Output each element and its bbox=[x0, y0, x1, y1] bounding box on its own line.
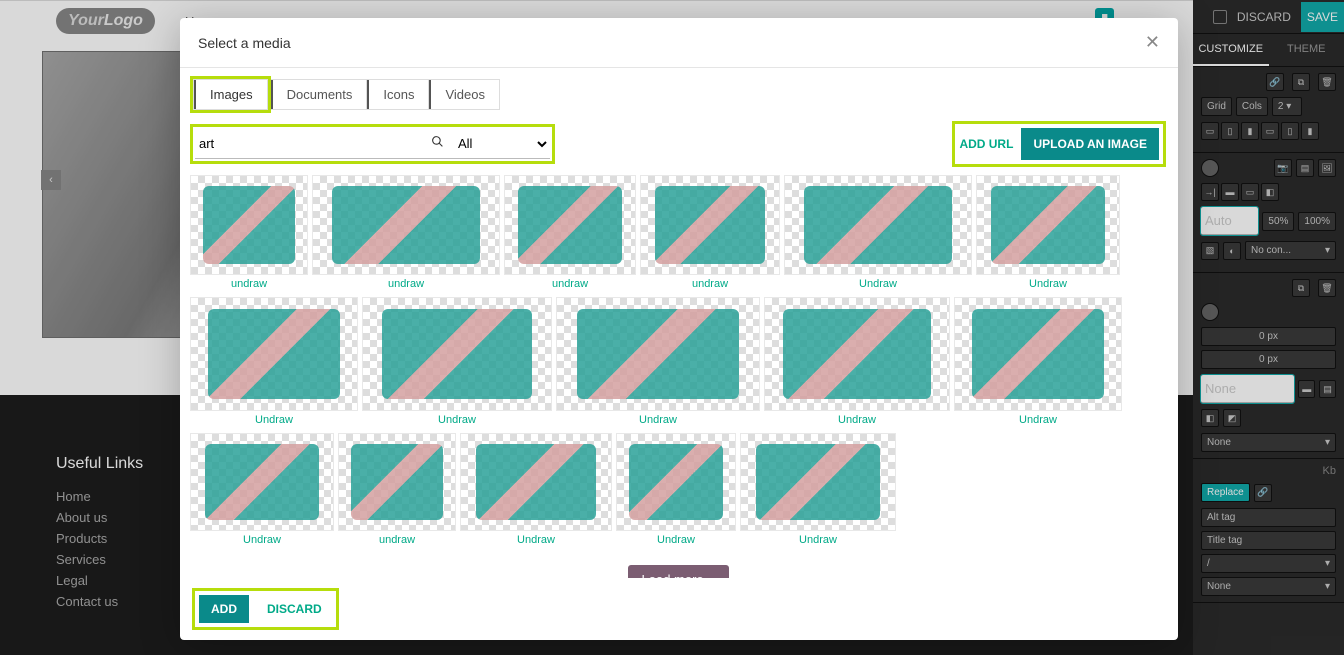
thumbnail-caption: undraw bbox=[231, 275, 267, 293]
tab-videos[interactable]: Videos bbox=[429, 80, 499, 109]
dialog-title: Select a media bbox=[198, 35, 291, 51]
media-thumbnail[interactable]: Undraw bbox=[362, 297, 552, 429]
thumbnail-caption: Undraw bbox=[639, 411, 677, 429]
media-thumbnail[interactable]: Undraw bbox=[460, 433, 612, 549]
add-url-button[interactable]: ADD URL bbox=[959, 137, 1013, 151]
thumbnail-caption: undraw bbox=[379, 531, 415, 549]
upload-image-button[interactable]: UPLOAD AN IMAGE bbox=[1021, 128, 1159, 160]
media-thumbnail[interactable]: Undraw bbox=[784, 175, 972, 293]
load-more-button[interactable]: Load more... bbox=[628, 565, 729, 578]
search-input[interactable] bbox=[195, 129, 425, 159]
close-icon[interactable]: ✕ bbox=[1145, 32, 1160, 53]
media-thumbnail[interactable]: Undraw bbox=[190, 297, 358, 429]
thumbnail-caption: undraw bbox=[388, 275, 424, 293]
media-thumbnail[interactable]: undraw bbox=[312, 175, 500, 293]
thumbnail-caption: Undraw bbox=[859, 275, 897, 293]
thumbnail-caption: Undraw bbox=[799, 531, 837, 549]
media-thumbnail[interactable]: Undraw bbox=[190, 433, 334, 549]
thumbnail-caption: Undraw bbox=[243, 531, 281, 549]
media-thumbnail[interactable]: Undraw bbox=[954, 297, 1122, 429]
media-thumbnail[interactable]: Undraw bbox=[556, 297, 760, 429]
thumbnail-caption: Undraw bbox=[838, 411, 876, 429]
discard-button[interactable]: DISCARD bbox=[257, 595, 332, 623]
media-thumbnail[interactable]: undraw bbox=[338, 433, 456, 549]
media-thumbnail[interactable]: undraw bbox=[504, 175, 636, 293]
media-thumbnail[interactable]: Undraw bbox=[616, 433, 736, 549]
media-thumbnail[interactable]: Undraw bbox=[764, 297, 950, 429]
thumbnail-caption: Undraw bbox=[517, 531, 555, 549]
filter-select[interactable]: All bbox=[450, 129, 550, 159]
media-thumbnail[interactable]: Undraw bbox=[976, 175, 1120, 293]
tab-images[interactable]: Images bbox=[194, 80, 267, 109]
add-button[interactable]: ADD bbox=[199, 595, 249, 623]
media-thumbnail[interactable]: Undraw bbox=[740, 433, 896, 549]
thumbnail-caption: undraw bbox=[552, 275, 588, 293]
thumbnail-caption: Undraw bbox=[1019, 411, 1057, 429]
tab-icons[interactable]: Icons bbox=[367, 80, 429, 109]
thumbnail-caption: Undraw bbox=[438, 411, 476, 429]
thumbnail-caption: Undraw bbox=[1029, 275, 1067, 293]
search-icon[interactable] bbox=[425, 129, 450, 159]
media-thumbnail[interactable]: undraw bbox=[190, 175, 308, 293]
thumbnail-caption: Undraw bbox=[657, 531, 695, 549]
thumbnail-caption: undraw bbox=[692, 275, 728, 293]
tab-documents[interactable]: Documents bbox=[271, 80, 368, 109]
media-dialog: Select a media ✕ Images Documents Icons … bbox=[180, 18, 1178, 640]
thumbnail-caption: Undraw bbox=[255, 411, 293, 429]
media-thumbnail[interactable]: undraw bbox=[640, 175, 780, 293]
